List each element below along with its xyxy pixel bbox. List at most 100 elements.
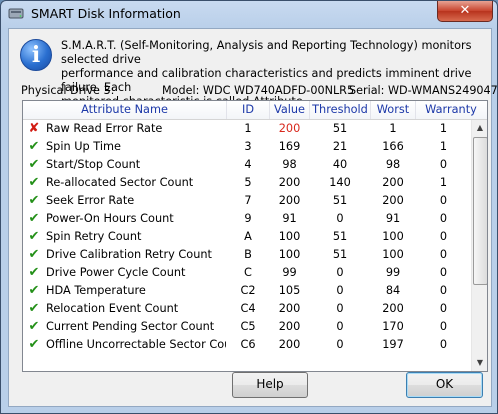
attribute-id-cell: 5 — [244, 176, 252, 189]
attribute-threshold-cell: 51 — [332, 248, 348, 261]
attribute-warranty-cell: 0 — [439, 158, 448, 171]
attribute-value-cell: 100 — [278, 230, 301, 243]
attribute-worst-cell: 100 — [382, 248, 404, 261]
attribute-threshold-cell: 140 — [329, 176, 351, 189]
attribute-threshold-cell: 0 — [336, 212, 344, 225]
scroll-down-arrow-icon[interactable]: ▼ — [472, 355, 487, 371]
attribute-worst-cell: 100 — [382, 230, 404, 243]
table-row[interactable]: ✘ Raw Read Error Rate 1 200 51 1 1 — [23, 120, 471, 138]
attribute-worst-cell: 84 — [385, 284, 401, 297]
table-row[interactable]: ✔ Seek Error Rate 7 200 51 200 0 — [23, 192, 471, 210]
table-row[interactable]: ✔ HDA Temperature C2 105 0 84 0 — [23, 282, 471, 300]
attribute-threshold-cell: 0 — [336, 320, 344, 333]
window-title: SMART Disk Information — [31, 6, 181, 21]
attribute-value-cell: 200 — [278, 320, 301, 333]
attribute-threshold-cell: 51 — [332, 194, 348, 207]
attribute-worst-cell: 99 — [385, 266, 401, 279]
close-icon: ✕ — [459, 3, 471, 18]
attribute-worst-cell: 98 — [385, 158, 401, 171]
attribute-warranty-cell: 1 — [439, 140, 448, 153]
physical-drive-label: Physical Drive 3: — [21, 84, 115, 97]
column-header-warranty[interactable]: Warranty — [416, 101, 486, 119]
attribute-value-cell: 98 — [282, 158, 297, 171]
attribute-value-cell: 200 — [278, 122, 301, 135]
description-line: S.M.A.R.T. (Self-Monitoring, Analysis an… — [61, 39, 472, 66]
attribute-id-cell: 7 — [244, 194, 252, 207]
attribute-name-cell: Re-allocated Sector Count — [46, 176, 194, 189]
table-row[interactable]: ✔ Start/Stop Count 4 98 40 98 0 — [23, 156, 471, 174]
attribute-warranty-cell: 0 — [439, 230, 448, 243]
attribute-name-cell: Spin Retry Count — [46, 230, 142, 243]
attribute-name-cell: Power-On Hours Count — [46, 212, 174, 225]
table-row[interactable]: ✔ Offline Uncorrectable Sector Count C6 200… — [23, 336, 471, 354]
column-header-worst[interactable]: Worst — [371, 101, 416, 119]
attribute-worst-cell: 200 — [382, 302, 404, 315]
attribute-threshold-cell: 0 — [336, 284, 344, 297]
smart-dialog-window: SMART Disk Information ✕ i S.M.A.R.T. (S… — [0, 0, 498, 414]
column-header-id[interactable]: ID — [227, 101, 270, 119]
serial-label: Serial: WD-WMANS2490477 — [349, 84, 498, 97]
attribute-warranty-cell: 0 — [439, 338, 448, 351]
attribute-name-cell: Relocation Event Count — [46, 302, 179, 315]
close-button[interactable]: ✕ — [437, 1, 493, 22]
attribute-name-cell: Start/Stop Count — [46, 158, 141, 171]
help-button[interactable]: Help — [232, 372, 308, 398]
scroll-thumb[interactable] — [473, 137, 487, 285]
attribute-warranty-cell: 1 — [439, 122, 448, 135]
attribute-id-cell: C6 — [240, 338, 256, 351]
attribute-id-cell: 3 — [244, 140, 252, 153]
attribute-value-cell: 200 — [278, 338, 301, 351]
table-row[interactable]: ✔ Relocation Event Count C4 200 0 200 0 — [23, 300, 471, 318]
list-header: Attribute Name ID Value Threshold Worst … — [23, 101, 487, 120]
description-text: S.M.A.R.T. (Self-Monitoring, Analysis an… — [61, 39, 486, 109]
table-row[interactable]: ✔ Power-On Hours Count 9 91 0 91 0 — [23, 210, 471, 228]
table-row[interactable]: ✔ Spin Up Time 3 169 21 166 1 — [23, 138, 471, 156]
attribute-name-cell: HDA Temperature — [46, 284, 146, 297]
attribute-name-cell: Seek Error Rate — [46, 194, 135, 207]
attributes-list[interactable]: Attribute Name ID Value Threshold Worst … — [22, 100, 488, 372]
attribute-id-cell: C4 — [240, 302, 256, 315]
attribute-name-cell: Drive Power Cycle Count — [46, 266, 186, 279]
attribute-value-cell: 169 — [278, 140, 301, 153]
attribute-value-cell: 200 — [278, 176, 301, 189]
column-header-value[interactable]: Value — [270, 101, 310, 119]
attribute-warranty-cell: 0 — [439, 284, 448, 297]
table-row[interactable]: ✔ Spin Retry Count A 100 51 100 0 — [23, 228, 471, 246]
attribute-worst-cell: 91 — [385, 212, 401, 225]
table-row[interactable]: ✔ Re-allocated Sector Count 5 200 140 200 1 — [23, 174, 471, 192]
attribute-warranty-cell: 0 — [439, 320, 448, 333]
attribute-threshold-cell: 0 — [336, 266, 344, 279]
vertical-scrollbar[interactable]: ▲ ▼ — [471, 120, 487, 371]
attribute-id-cell: 4 — [244, 158, 252, 171]
column-header-threshold[interactable]: Threshold — [310, 101, 371, 119]
attribute-threshold-cell: 21 — [332, 140, 348, 153]
table-row[interactable]: ✔ Drive Calibration Retry Count B 100 51 100 0 — [23, 246, 471, 264]
drive-info-row: Physical Drive 3: Model: WDC WD740ADFD-0… — [21, 84, 498, 98]
attribute-worst-cell: 166 — [382, 140, 404, 153]
attribute-name-cell: Spin Up Time — [46, 140, 121, 153]
attribute-value-cell: 99 — [282, 266, 297, 279]
attribute-worst-cell: 170 — [382, 320, 404, 333]
attribute-name-cell: Drive Calibration Retry Count — [46, 248, 212, 261]
attribute-worst-cell: 1 — [389, 122, 397, 135]
attribute-warranty-cell: 0 — [439, 194, 448, 207]
table-row[interactable]: ✔ Drive Power Cycle Count C 99 0 99 0 — [23, 264, 471, 282]
attribute-worst-cell: 200 — [382, 194, 404, 207]
attribute-id-cell: A — [244, 230, 252, 243]
column-header-attribute-name[interactable]: Attribute Name — [23, 101, 227, 119]
title-bar[interactable]: SMART Disk Information ✕ — [1, 1, 497, 27]
attribute-threshold-cell: 40 — [332, 158, 348, 171]
table-row[interactable]: ✔ Current Pending Sector Count C5 200 0 170 0 — [23, 318, 471, 336]
attribute-name-cell: Raw Read Error Rate — [46, 122, 163, 135]
attribute-threshold-cell: 51 — [332, 122, 348, 135]
attribute-threshold-cell: 51 — [332, 230, 348, 243]
attribute-value-cell: 200 — [278, 194, 301, 207]
attribute-value-cell: 91 — [282, 212, 297, 225]
attribute-value-cell: 100 — [278, 248, 301, 261]
attribute-warranty-cell: 0 — [439, 212, 448, 225]
attribute-id-cell: 1 — [244, 122, 252, 135]
attribute-warranty-cell: 1 — [439, 176, 448, 189]
scroll-up-arrow-icon[interactable]: ▲ — [472, 120, 487, 136]
ok-button[interactable]: OK — [406, 372, 483, 398]
attribute-id-cell: C5 — [240, 320, 256, 333]
